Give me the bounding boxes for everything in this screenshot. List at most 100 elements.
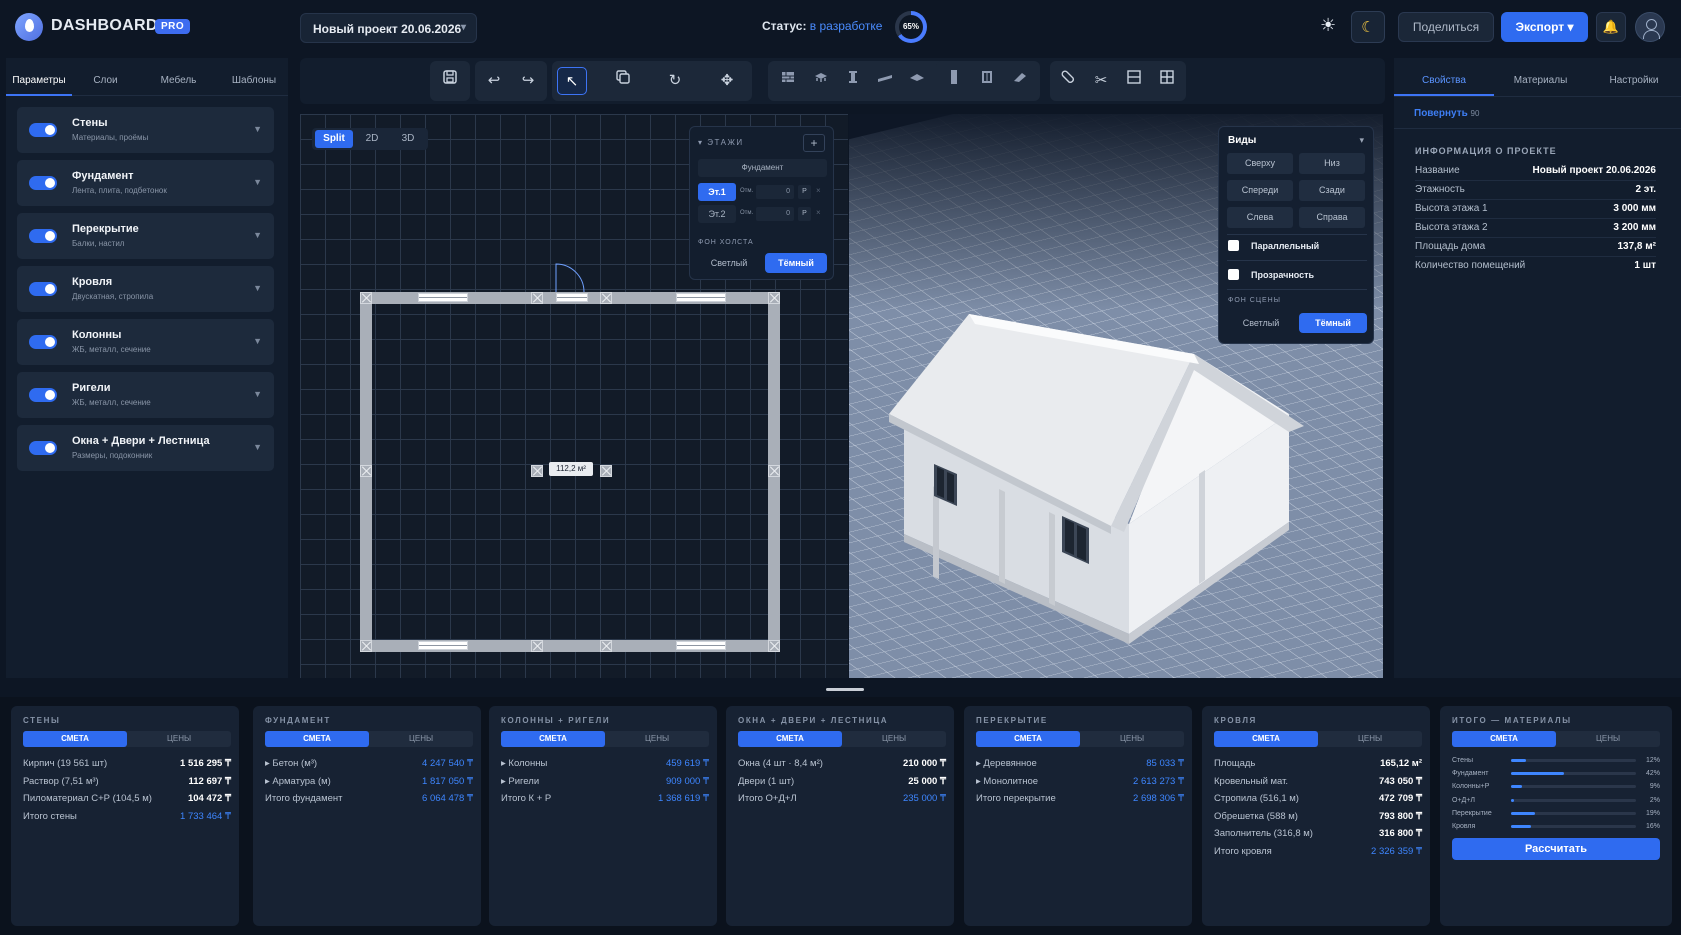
canvas-bg-dark[interactable]: Тёмный xyxy=(765,253,827,273)
tab-layers[interactable]: Слои xyxy=(78,66,133,96)
estimate-row[interactable]: ▸ Колонны 459 619 ₸ xyxy=(501,756,709,772)
wall-node[interactable] xyxy=(768,292,780,304)
mode-3d[interactable]: 3D xyxy=(391,130,425,148)
avatar[interactable] xyxy=(1635,12,1665,42)
tab-settings[interactable]: Настройки xyxy=(1587,66,1681,96)
wall-node[interactable] xyxy=(360,640,372,652)
wall-node[interactable] xyxy=(768,640,780,652)
tab-estimate[interactable]: СМЕТА xyxy=(1452,731,1556,747)
door-opening[interactable] xyxy=(556,293,588,302)
wall-node[interactable] xyxy=(600,640,612,652)
floor-p-button[interactable]: Р xyxy=(798,185,811,199)
eraser-icon[interactable] xyxy=(1005,67,1035,95)
column-tool-icon[interactable] xyxy=(838,67,868,95)
mode-split[interactable]: Split xyxy=(315,130,353,148)
estimate-row[interactable]: ▸ Ригели 909 000 ₸ xyxy=(501,774,709,790)
elevation-input[interactable]: 0 xyxy=(756,207,794,221)
tab-estimate[interactable]: СМЕТА xyxy=(501,731,605,747)
select-icon[interactable]: ↖ xyxy=(557,67,587,95)
calculate-button[interactable]: Рассчитать xyxy=(1452,838,1660,860)
chevron-down-icon[interactable]: ▼ xyxy=(253,442,262,452)
tab-estimate[interactable]: СМЕТА xyxy=(1214,731,1318,747)
parallel-checkbox[interactable] xyxy=(1228,240,1239,251)
transparency-checkbox[interactable] xyxy=(1228,269,1239,280)
door-tool-icon[interactable] xyxy=(939,67,969,95)
beam-tool-icon[interactable] xyxy=(870,67,900,95)
dark-mode-button[interactable]: ☾ xyxy=(1351,11,1385,43)
foundation-level[interactable]: Фундамент xyxy=(698,159,827,177)
layer-toggle[interactable] xyxy=(29,441,57,455)
floor-name[interactable]: Эт.2 xyxy=(698,205,736,223)
tab-prices[interactable]: ЦЕНЫ xyxy=(369,731,473,747)
estimate-row[interactable]: ▸ Деревянное 85 033 ₸ xyxy=(976,756,1184,772)
share-button[interactable]: Поделиться xyxy=(1398,12,1494,42)
tab-prices[interactable]: ЦЕНЫ xyxy=(1556,731,1660,747)
layer-openings[interactable]: Окна + Двери + Лестница Размеры, подоконн… xyxy=(17,425,274,471)
section-icon[interactable] xyxy=(1119,67,1149,95)
chevron-down-icon[interactable]: ▼ xyxy=(253,283,262,293)
wall-node[interactable] xyxy=(360,292,372,304)
delete-floor-icon[interactable]: × xyxy=(816,186,821,195)
layer-floor-slab[interactable]: Перекрытие Балки, настил ▼ xyxy=(17,213,274,259)
tab-estimate[interactable]: СМЕТА xyxy=(738,731,842,747)
layer-beams[interactable]: Ригели ЖБ, металл, сечение ▼ xyxy=(17,372,274,418)
save-icon[interactable] xyxy=(435,67,465,95)
chevron-down-icon[interactable]: ▼ xyxy=(253,336,262,346)
wall-tool-icon[interactable] xyxy=(773,67,803,95)
wall-node[interactable] xyxy=(600,292,612,304)
window-tool-icon[interactable] xyxy=(972,67,1002,95)
floor-p-button[interactable]: Р xyxy=(798,207,811,221)
tab-prices[interactable]: ЦЕНЫ xyxy=(842,731,946,747)
view-top-button[interactable]: Сверху xyxy=(1227,153,1293,174)
layer-roof[interactable]: Кровля Двускатная, стропила ▼ xyxy=(17,266,274,312)
tab-materials[interactable]: Материалы xyxy=(1494,66,1587,96)
tab-estimate[interactable]: СМЕТА xyxy=(976,731,1080,747)
window-opening[interactable] xyxy=(676,293,726,302)
chevron-down-icon[interactable]: ▾ xyxy=(1359,135,1364,146)
tab-prices[interactable]: ЦЕНЫ xyxy=(127,731,231,747)
wall-node[interactable] xyxy=(600,465,612,477)
copy-icon[interactable] xyxy=(608,67,638,95)
delete-floor-icon[interactable]: × xyxy=(816,208,821,217)
layer-toggle[interactable] xyxy=(29,282,57,296)
layer-toggle[interactable] xyxy=(29,335,57,349)
chevron-down-icon[interactable]: ▼ xyxy=(253,389,262,399)
layer-columns[interactable]: Колонны ЖБ, металл, сечение ▼ xyxy=(17,319,274,365)
project-dropdown[interactable]: Новый проект 20.06.2026 xyxy=(300,13,477,43)
wall-node[interactable] xyxy=(531,640,543,652)
foundation-tool-icon[interactable] xyxy=(806,67,836,95)
tab-properties[interactable]: Свойства xyxy=(1394,66,1494,96)
notifications-button[interactable]: 🔔 xyxy=(1596,12,1626,42)
scene-bg-light[interactable]: Светлый xyxy=(1227,313,1295,333)
wall-node[interactable] xyxy=(768,465,780,477)
wall-node[interactable] xyxy=(531,292,543,304)
layer-toggle[interactable] xyxy=(29,123,57,137)
window-opening[interactable] xyxy=(418,293,468,302)
tab-estimate[interactable]: СМЕТА xyxy=(265,731,369,747)
scissors-icon[interactable]: ✂ xyxy=(1086,67,1116,95)
elevation-input[interactable]: 0 xyxy=(756,185,794,199)
estimate-row[interactable]: ▸ Бетон (м³) 4 247 540 ₸ xyxy=(265,756,473,772)
rotate-link[interactable]: Повернуть 90 xyxy=(1414,108,1479,119)
view-left-button[interactable]: Слева xyxy=(1227,207,1293,228)
layer-toggle[interactable] xyxy=(29,388,57,402)
view-front-button[interactable]: Спереди xyxy=(1227,180,1293,201)
scene-bg-dark[interactable]: Тёмный xyxy=(1299,313,1367,333)
tab-prices[interactable]: ЦЕНЫ xyxy=(605,731,709,747)
tab-furniture[interactable]: Мебель xyxy=(151,66,206,96)
window-opening[interactable] xyxy=(676,641,726,650)
chevron-down-icon[interactable]: ▼ xyxy=(253,230,262,240)
layer-foundation[interactable]: Фундамент Лента, плита, подбетонок ▼ xyxy=(17,160,274,206)
floor-name[interactable]: Эт.1 xyxy=(698,183,736,201)
chevron-down-icon[interactable]: ▼ xyxy=(253,124,262,134)
view-bottom-button[interactable]: Низ xyxy=(1299,153,1365,174)
layer-toggle[interactable] xyxy=(29,176,57,190)
tab-estimate[interactable]: СМЕТА xyxy=(23,731,127,747)
window-opening[interactable] xyxy=(418,641,468,650)
chevron-down-icon[interactable]: ▼ xyxy=(253,177,262,187)
sun-icon[interactable]: ☀ xyxy=(1320,15,1336,36)
view-back-button[interactable]: Сзади xyxy=(1299,180,1365,201)
tab-parameters[interactable]: Параметры xyxy=(6,66,72,96)
undo-icon[interactable]: ↩ xyxy=(479,67,509,95)
layer-toggle[interactable] xyxy=(29,229,57,243)
